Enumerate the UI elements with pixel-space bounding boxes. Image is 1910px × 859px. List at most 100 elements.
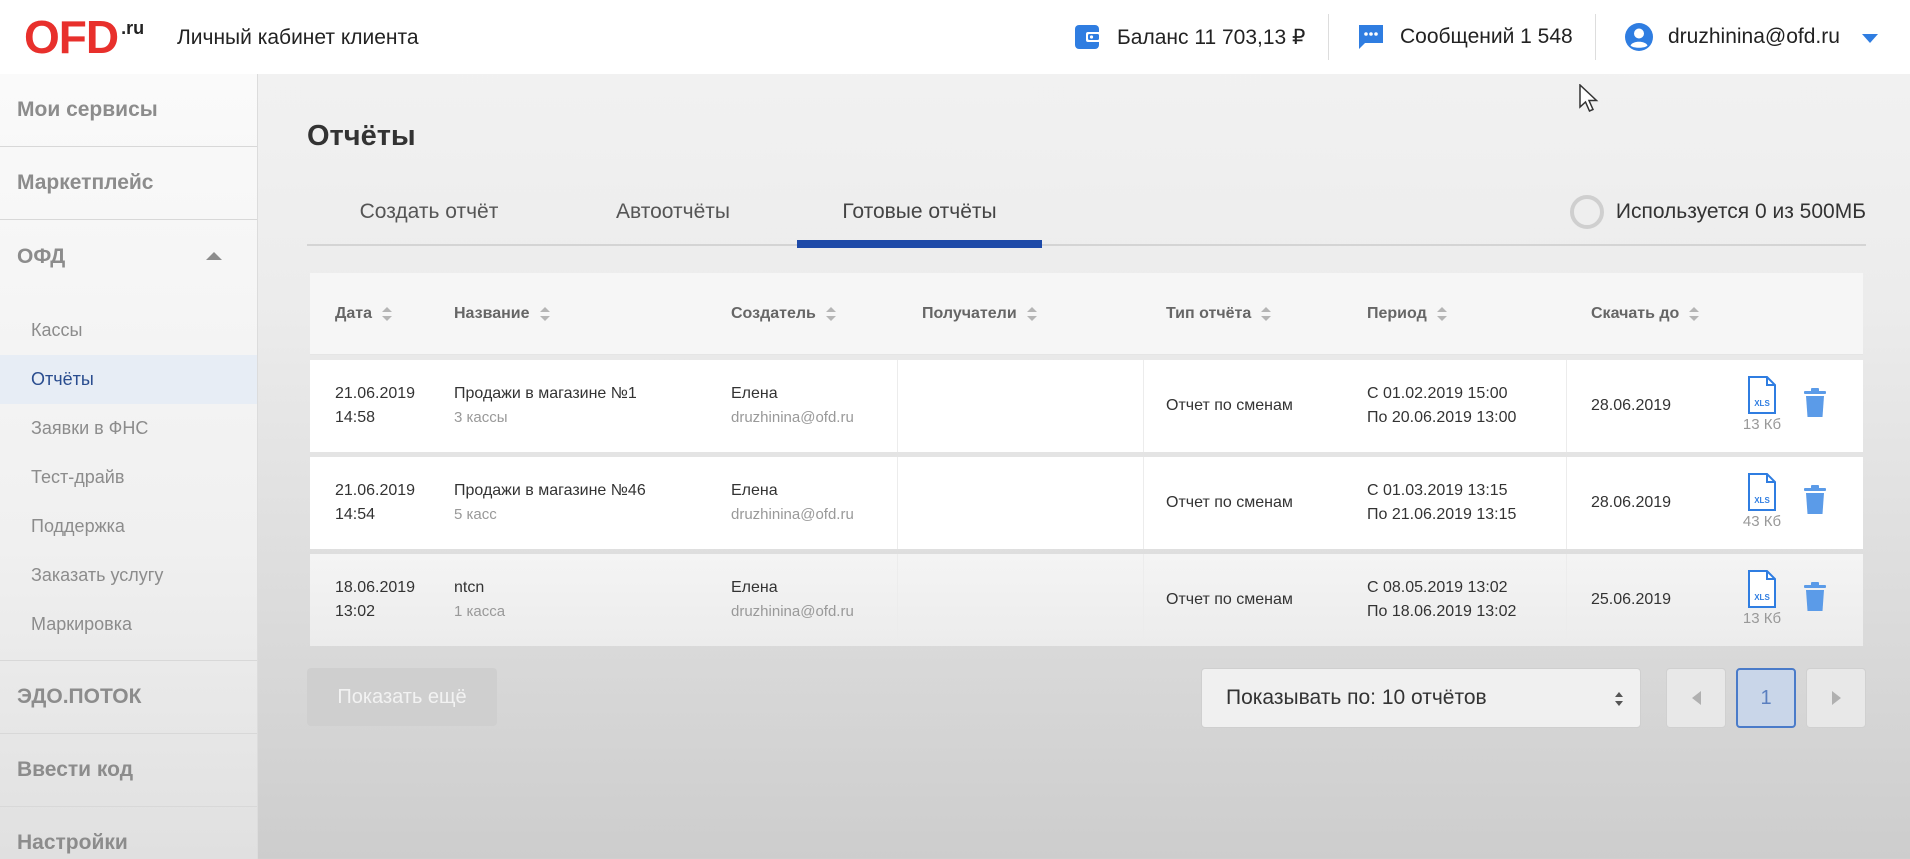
user-menu[interactable]: druzhinina@ofd.ru (1624, 0, 1878, 74)
storage-usage: Используется 0 из 500МБ (1569, 178, 1866, 246)
creator-email: druzhinina@ofd.ru (731, 506, 854, 523)
page-1-button[interactable]: 1 (1736, 668, 1796, 728)
sidebar-item-marking[interactable]: Маркировка (0, 600, 257, 649)
chevron-down-icon[interactable] (1861, 33, 1878, 43)
cell-download-until: 28.06.2019 (1591, 360, 1671, 452)
sort-icon[interactable] (1436, 306, 1447, 322)
trash-icon[interactable] (1802, 388, 1828, 418)
top-bar: OFD .ru Личный кабинет клиента Баланс 11… (0, 0, 1910, 74)
sidebar-item-fns-requests[interactable]: Заявки в ФНС (0, 404, 257, 453)
xls-download[interactable]: XLS 13 Кб (1742, 570, 1782, 627)
sidebar-item-label: Мои сервисы (17, 98, 158, 121)
sort-icon[interactable] (1026, 306, 1037, 322)
usage-text: Используется 0 из 500МБ (1615, 200, 1866, 223)
file-size: 43 Кб (1742, 513, 1782, 530)
show-more-button[interactable]: Показать ещё (307, 668, 497, 726)
cell-creator: Елена druzhinina@ofd.ru (731, 360, 854, 452)
cell-type: Отчет по сменам (1166, 457, 1293, 549)
next-page-button[interactable] (1806, 668, 1866, 728)
report-name: Продажи в магазине №1 (454, 385, 637, 402)
chevron-up-icon[interactable] (206, 252, 222, 260)
date-text: 21.06.2019 (335, 482, 416, 499)
cell-type: Отчет по сменам (1166, 554, 1293, 646)
xls-file-icon[interactable]: XLS (1747, 570, 1777, 608)
period-to: По 18.06.2019 13:02 (1367, 603, 1517, 620)
xls-file-icon[interactable]: XLS (1747, 376, 1777, 414)
column-divider (897, 457, 898, 549)
sidebar-item-ofd[interactable]: ОФД (0, 220, 257, 293)
xls-file-icon[interactable]: XLS (1747, 473, 1777, 511)
sidebar-item-test-drive[interactable]: Тест-драйв (0, 453, 257, 502)
sidebar-item-my-services[interactable]: Мои сервисы (0, 74, 257, 147)
period-from: С 08.05.2019 13:02 (1367, 579, 1508, 596)
column-header-download-until[interactable]: Скачать до (1591, 273, 1700, 355)
balance-link[interactable]: Баланс 11 703,13 ₽ (1073, 0, 1305, 74)
table-header: Дата Название Создатель Получатели Тип о… (310, 273, 1863, 355)
report-type: Отчет по сменам (1166, 397, 1293, 414)
column-header-date[interactable]: Дата (335, 273, 393, 355)
per-page-select[interactable]: Показывать по: 10 отчётов (1201, 668, 1641, 728)
trash-icon[interactable] (1802, 582, 1828, 612)
column-header-period[interactable]: Период (1367, 273, 1447, 355)
sort-icon[interactable] (1261, 306, 1272, 322)
header-divider (1595, 14, 1596, 60)
column-divider (1143, 457, 1144, 549)
sidebar-item-label: ОФД (17, 244, 66, 268)
header-title: Личный кабинет клиента (177, 26, 419, 49)
column-header-creator[interactable]: Создатель (731, 273, 836, 355)
sidebar-item-marketplace[interactable]: Маркетплейс (0, 147, 257, 220)
wallet-icon (1073, 22, 1103, 52)
table-row[interactable]: 21.06.2019 14:54 Продажи в магазине №46 5 к… (310, 457, 1863, 549)
creator-name: Елена (731, 579, 778, 596)
column-header-recipients[interactable]: Получатели (922, 273, 1037, 355)
sidebar-item-label: Настройки (17, 831, 128, 854)
ofd-logo[interactable]: OFD .ru (24, 14, 144, 60)
trash-icon[interactable] (1802, 485, 1828, 515)
logo-text: OFD (24, 11, 119, 63)
download-until-date: 28.06.2019 (1591, 494, 1672, 511)
xls-download[interactable]: XLS 43 Кб (1742, 473, 1782, 530)
tab-create-report[interactable]: Создать отчёт (307, 178, 551, 246)
sidebar-item-reports[interactable]: Отчёты (0, 355, 257, 404)
report-type: Отчет по сменам (1166, 591, 1293, 608)
svg-text:XLS: XLS (1754, 593, 1770, 602)
prev-page-button[interactable] (1666, 668, 1726, 728)
sort-icon[interactable] (1689, 306, 1700, 322)
report-name: Продажи в магазине №46 (454, 482, 646, 499)
column-divider (897, 554, 898, 646)
report-tabs: Создать отчёт Автоотчёты Готовые отчёты … (307, 178, 1866, 248)
table-row[interactable]: 21.06.2019 14:58 Продажи в магазине №1 3 ка… (310, 360, 1863, 452)
cell-period: С 01.03.2019 13:15 По 21.06.2019 13:15 (1367, 457, 1516, 549)
column-divider (1143, 554, 1144, 646)
kassy-count: 5 касс (454, 506, 497, 523)
column-header-type[interactable]: Тип отчёта (1166, 273, 1272, 355)
report-type: Отчет по сменам (1166, 494, 1293, 511)
sort-icon[interactable] (382, 306, 393, 322)
sidebar-item-kassy[interactable]: Кассы (0, 306, 257, 355)
tab-ready-reports[interactable]: Готовые отчёты (797, 178, 1042, 248)
sidebar-item-label: Ввести код (17, 758, 134, 781)
tab-auto-reports[interactable]: Автоотчёты (551, 178, 795, 246)
sidebar-item-order-service[interactable]: Заказать услугу (0, 551, 257, 600)
creator-email: druzhinina@ofd.ru (731, 409, 854, 426)
sidebar-item-support[interactable]: Поддержка (0, 502, 257, 551)
period-to: По 21.06.2019 13:15 (1367, 506, 1517, 523)
sidebar-item-settings[interactable]: Настройки (0, 807, 257, 859)
messages-link[interactable]: Сообщений 1 548 (1356, 0, 1573, 74)
time-text: 14:58 (335, 409, 376, 426)
column-divider (1143, 360, 1144, 452)
cell-name: ntcn 1 касса (454, 554, 505, 646)
chevron-right-icon (1831, 691, 1841, 705)
download-until-date: 28.06.2019 (1591, 397, 1672, 414)
kassy-count: 3 кассы (454, 409, 508, 426)
sidebar-item-enter-code[interactable]: Ввести код (0, 734, 257, 807)
sort-icon[interactable] (539, 306, 550, 322)
table-row[interactable]: 18.06.2019 13:02 ntcn 1 касса Елена druzhinin… (310, 554, 1863, 646)
sidebar-item-edo[interactable]: ЭДО.ПОТОК (0, 661, 257, 734)
column-header-name[interactable]: Название (454, 273, 550, 355)
cell-period: С 08.05.2019 13:02 По 18.06.2019 13:02 (1367, 554, 1516, 646)
sort-icon[interactable] (825, 306, 836, 322)
user-email: druzhinina@ofd.ru (1668, 25, 1840, 48)
xls-download[interactable]: XLS 13 Кб (1742, 376, 1782, 433)
cell-name: Продажи в магазине №1 3 кассы (454, 360, 637, 452)
